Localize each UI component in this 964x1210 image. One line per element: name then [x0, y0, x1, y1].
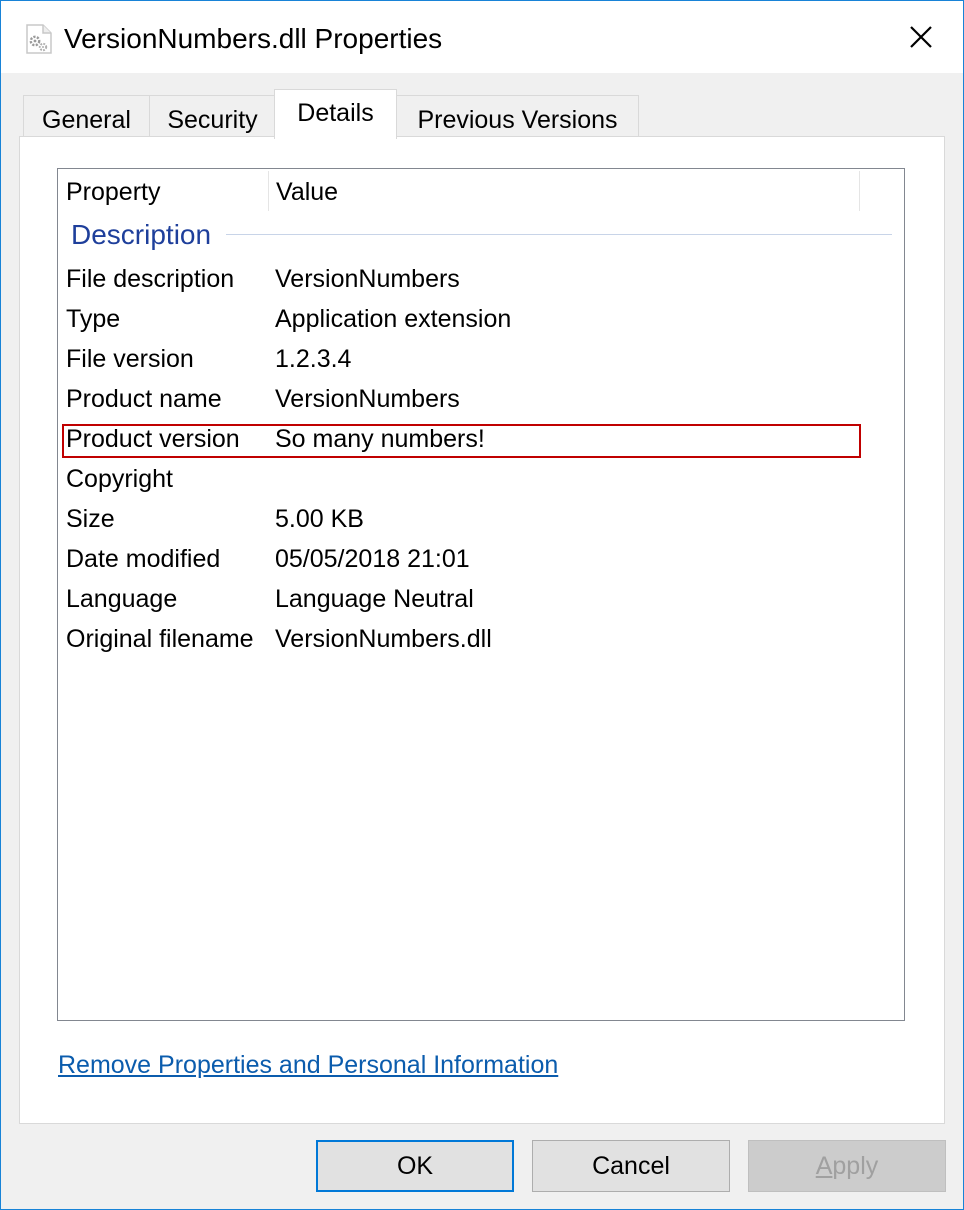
details-list[interactable]: Property Value Description File descript…: [57, 168, 905, 1021]
property-value: Language Neutral: [275, 585, 474, 613]
column-header-property[interactable]: Property: [58, 169, 268, 213]
remove-properties-link[interactable]: Remove Properties and Personal Informati…: [58, 1049, 558, 1081]
tab-general[interactable]: General: [23, 95, 150, 137]
property-value: VersionNumbers: [275, 265, 460, 293]
table-row[interactable]: Type Application extension: [58, 299, 904, 339]
column-header-property-label: Property: [66, 178, 161, 206]
details-panel: Property Value Description File descript…: [19, 136, 945, 1124]
table-row[interactable]: Product name VersionNumbers: [58, 379, 904, 419]
close-icon: [910, 26, 932, 48]
table-row[interactable]: Language Language Neutral: [58, 579, 904, 619]
property-name: File version: [66, 345, 194, 373]
title-bar: VersionNumbers.dll Properties: [1, 1, 963, 73]
tab-general-label: General: [42, 106, 131, 134]
property-value: VersionNumbers.dll: [275, 625, 492, 653]
property-name: Copyright: [66, 465, 173, 493]
tab-details-label: Details: [297, 99, 374, 127]
apply-label: pply: [832, 1152, 879, 1180]
properties-dialog: VersionNumbers.dll Properties General Se…: [0, 0, 964, 1210]
tab-previous-versions[interactable]: Previous Versions: [396, 95, 639, 137]
table-row[interactable]: Copyright: [58, 459, 904, 499]
apply-mnemonic: A: [815, 1152, 833, 1180]
property-value: VersionNumbers: [275, 385, 460, 413]
dll-file-icon: [25, 24, 53, 54]
tab-security[interactable]: Security: [149, 95, 276, 137]
property-value: So many numbers!: [275, 425, 485, 453]
tab-details[interactable]: Details: [274, 89, 397, 139]
property-name: Type: [66, 305, 121, 333]
group-divider: [226, 234, 892, 235]
window-title: VersionNumbers.dll Properties: [64, 23, 443, 54]
property-name: File description: [66, 265, 235, 293]
property-name: Product name: [66, 385, 222, 413]
close-button[interactable]: [881, 1, 961, 73]
table-row[interactable]: Original filename VersionNumbers.dll: [58, 619, 904, 659]
table-row[interactable]: File version 1.2.3.4: [58, 339, 904, 379]
property-name: Size: [66, 505, 115, 533]
property-value: 5.00 KB: [275, 505, 364, 533]
column-header-value-label: Value: [276, 178, 339, 206]
tab-strip: General Security Details Previous Versio…: [1, 73, 963, 139]
ok-button[interactable]: OK: [316, 1140, 514, 1192]
table-row[interactable]: Size 5.00 KB: [58, 499, 904, 539]
property-value: 05/05/2018 21:01: [275, 545, 470, 573]
tab-security-label: Security: [167, 106, 258, 134]
property-name: Language: [66, 585, 178, 613]
property-name: Product version: [66, 425, 240, 453]
group-header-description: Description: [71, 217, 216, 253]
column-header-value[interactable]: Value: [268, 169, 858, 213]
tab-previous-versions-label: Previous Versions: [417, 106, 618, 134]
table-row[interactable]: File description VersionNumbers: [58, 259, 904, 299]
table-row-product-version[interactable]: Product version So many numbers!: [58, 419, 904, 459]
apply-button[interactable]: Apply: [748, 1140, 946, 1192]
property-value: 1.2.3.4: [275, 345, 352, 373]
property-value: Application extension: [275, 305, 512, 333]
property-name: Original filename: [66, 625, 254, 653]
table-row[interactable]: Date modified 05/05/2018 21:01: [58, 539, 904, 579]
cancel-button[interactable]: Cancel: [532, 1140, 730, 1192]
column-separator[interactable]: [859, 171, 860, 211]
property-name: Date modified: [66, 545, 221, 573]
